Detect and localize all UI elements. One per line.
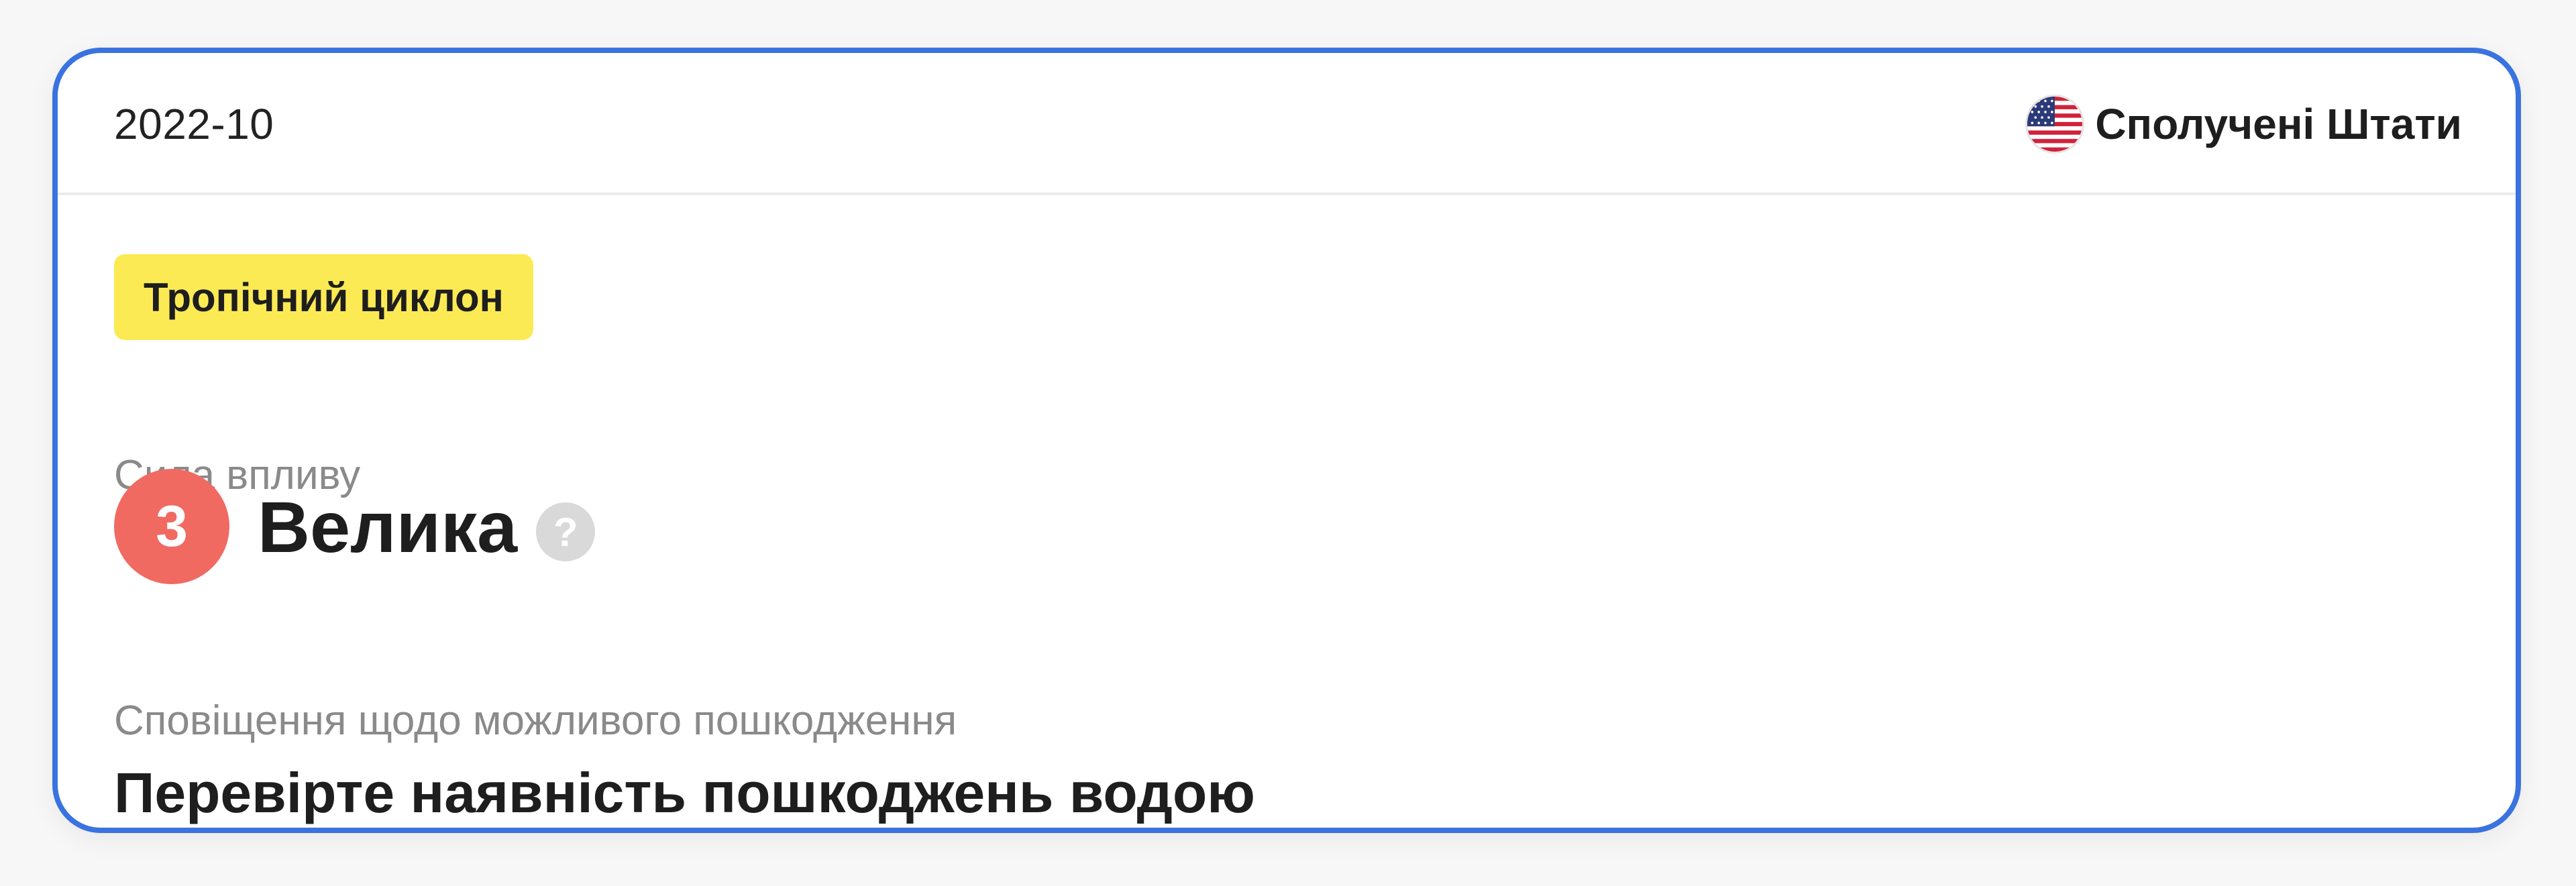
question-icon[interactable]: ? [536,502,596,561]
alert-text: Перевірте наявність пошкоджень водою [114,761,1255,824]
event-date: 2022-10 [114,100,274,148]
event-type-badge: Тропічний циклон [114,254,533,340]
event-card[interactable]: 2022-10 Сполучені Штати Тропічний циклон… [52,48,2521,833]
card-header: 2022-10 Сполучені Штати [58,53,2516,195]
country-name: Сполучені Штати [2095,100,2462,148]
us-flag-icon [2025,95,2085,154]
impact-level-badge: 3 [114,469,229,584]
alert-label: Сповіщення щодо можливого пошкодження [114,698,957,744]
impact-level-text: Велика [258,486,518,567]
country-label: Сполучені Штати [2025,93,2462,155]
impact-row: 3 Велика ? [114,467,596,586]
